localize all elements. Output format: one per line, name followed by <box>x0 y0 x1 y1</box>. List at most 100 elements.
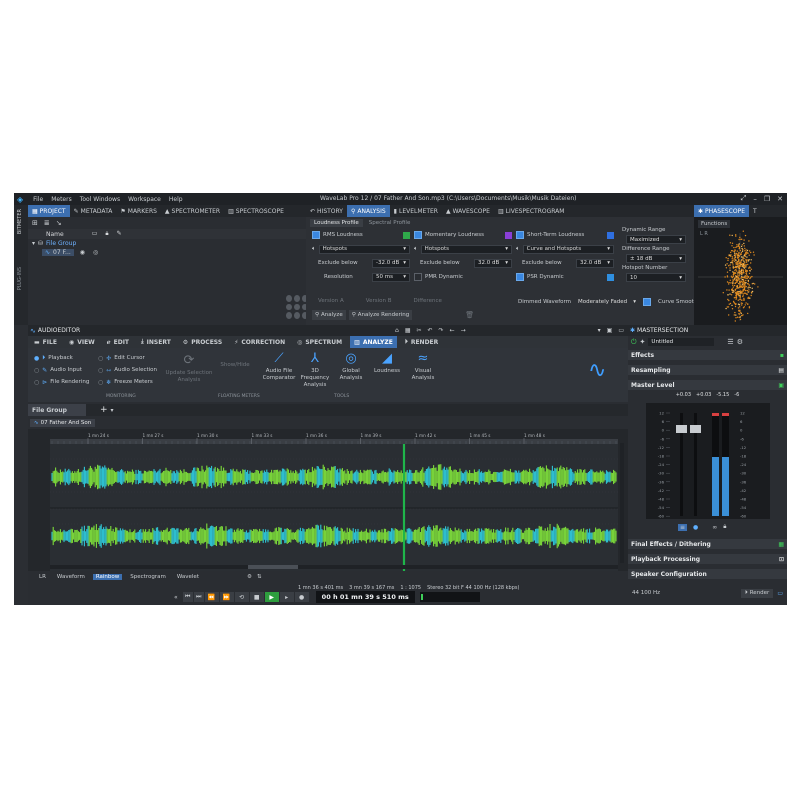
menu-workspace[interactable]: Workspace <box>128 196 161 203</box>
ribbon-tab-edit[interactable]: ℯ EDIT <box>103 336 133 348</box>
preset-name[interactable]: Untitled <box>648 338 715 346</box>
loudness-checkbox-row[interactable]: Momentary Loudness <box>414 230 512 240</box>
tab-spectrometer[interactable]: ▲ SPECTROMETER <box>161 205 224 217</box>
mode-select[interactable]: Hotspots ▾ <box>318 244 410 254</box>
tab-markers[interactable]: ⚑ MARKERS <box>116 205 161 217</box>
version-difference[interactable]: Difference <box>414 298 442 304</box>
minimize-button[interactable]: – <box>753 195 757 203</box>
subtab-spectral-profile[interactable]: Spectral Profile <box>365 219 415 227</box>
effects-toggle-icon[interactable]: ▪ <box>780 352 784 359</box>
trash-icon[interactable]: 🗑︎ <box>465 311 474 319</box>
chevron-down-icon[interactable]: ▾ <box>32 240 35 247</box>
side-label-bitmeter[interactable]: BITMETER <box>17 209 23 234</box>
wand-icon[interactable]: ✦ <box>640 338 646 346</box>
output-icon[interactable]: ▭ <box>777 590 783 597</box>
power-icon[interactable]: ⏻ <box>631 338 637 347</box>
rewind-button[interactable]: ⏪ <box>204 592 219 602</box>
monitor-option-playback[interactable]: ● ⏵ Playback <box>34 352 89 364</box>
cursor-option-audio-selection[interactable]: ○ ⇿ Audio Selection <box>98 364 157 376</box>
view-mode-rainbow[interactable]: Rainbow <box>92 574 123 580</box>
radio-icon[interactable]: ○ <box>98 355 103 362</box>
monitor-option-audio-input[interactable]: ○ ✎ Audio Input <box>34 364 89 376</box>
playback-icon[interactable]: ⊡ <box>779 556 784 563</box>
mode-select[interactable]: Curve and Hotspots ▾ <box>522 244 614 254</box>
close-icon[interactable]: ▭ <box>618 327 624 334</box>
color-swatch[interactable] <box>607 231 614 239</box>
transport-menu-icon[interactable]: « <box>174 594 178 601</box>
dynamic-row[interactable]: PSR Dynamic <box>516 271 614 283</box>
chevron-down-icon[interactable]: ▾ <box>111 407 114 414</box>
analyze-rendering-button[interactable]: ⚲ Analyze Rendering <box>348 310 413 320</box>
tab-project[interactable]: ▦ PROJECT <box>28 205 70 217</box>
eye-icon[interactable]: ◉ <box>80 249 85 256</box>
toolbar-arrow-icon[interactable]: ↘ <box>56 219 62 227</box>
loop-button[interactable]: ⟲ <box>234 592 249 602</box>
final-effects-icon[interactable]: ▦ <box>778 541 784 548</box>
vertical-scrollbar[interactable] <box>620 443 624 563</box>
tab-file-group[interactable]: File Group <box>28 404 86 416</box>
tab-spectroscope[interactable]: ▥ SPECTROSCOPE <box>224 205 288 217</box>
color-swatch[interactable] <box>505 231 512 239</box>
ribbon-tab-insert[interactable]: ⤓ INSERT <box>137 336 175 348</box>
lock-icon[interactable]: 🔒︎ <box>723 523 726 531</box>
tab-wavescope[interactable]: ▲ WAVESCOPE <box>442 205 494 217</box>
circle-icon[interactable]: ◎ <box>93 249 98 256</box>
tree-item-file-group[interactable]: ▾ ⛁ File Group <box>28 239 306 248</box>
dimmed-waveform-select[interactable]: Moderately Faded ▾ <box>575 297 639 306</box>
undo-icon[interactable]: ↶ <box>428 327 433 334</box>
menu-file[interactable]: File <box>33 196 43 203</box>
difference-range-select[interactable]: ± 18 dB ▾ <box>626 254 686 263</box>
effects-section[interactable]: Effects ▪ <box>628 350 787 360</box>
waveform-view[interactable]: 1 mn 24 s 1 mn 27 s 1 mn 30 s 1 mn 33 s 1 mn… <box>28 429 628 571</box>
dynamic-range-select[interactable]: Maximized ▾ <box>626 235 686 244</box>
settings-gear-icon[interactable]: ⚙ <box>737 338 743 346</box>
dynamic-row[interactable]: PMR Dynamic <box>414 271 512 283</box>
tool-loudness[interactable]: ◢ Loudness <box>370 350 404 389</box>
view-mode-lr[interactable]: LR <box>36 574 49 580</box>
dynamic-checkbox[interactable] <box>414 273 422 281</box>
settings-gear-icon[interactable]: ⚙ <box>247 574 252 580</box>
grid-icon[interactable]: ▦ <box>405 327 411 334</box>
loudness-checkbox[interactable] <box>414 231 422 239</box>
forward-arrow-icon[interactable]: → <box>461 327 466 334</box>
play-button[interactable]: ▶ <box>264 592 279 602</box>
tab-livespectrogram[interactable]: ▥ LIVESPECTROGRAM <box>494 205 569 217</box>
master-level-meter[interactable]: 12 126 60 0-6 -6-12 -12-18 -18-24 -24-30 -30-36-… <box>628 401 787 521</box>
show-hide-button[interactable]: Show/Hide <box>220 362 250 369</box>
render-button[interactable]: ⏵ Render <box>740 588 774 598</box>
menu-tool-windows[interactable]: Tool Windows <box>80 196 120 203</box>
color-swatch[interactable] <box>607 273 614 281</box>
tab-phasescope[interactable]: ✱ PHASESCOPE <box>694 205 749 217</box>
tab-metadata[interactable]: ✎ METADATA <box>70 205 117 217</box>
preset-menu-icon[interactable]: ☰ <box>727 338 733 346</box>
tab-analysis[interactable]: ⚲ ANALYSIS <box>346 205 390 217</box>
tool-audio-file-comparator[interactable]: ⟋ Audio File Comparator <box>262 350 296 389</box>
cut-icon[interactable]: ✂ <box>416 327 421 334</box>
horizontal-scrollbar[interactable] <box>50 565 618 569</box>
tool-visual-analysis[interactable]: ≈ Visual Analysis <box>406 350 440 389</box>
view-mode-wavelet[interactable]: Wavelet <box>174 574 202 580</box>
drop-icon[interactable]: ● <box>693 524 698 531</box>
ribbon-tab-process[interactable]: ⚙ PROCESS <box>179 336 226 348</box>
resolution-select[interactable]: 50 ms ▾ <box>372 272 410 282</box>
fader-handle[interactable] <box>676 425 687 433</box>
time-display[interactable]: 00 h 01 mn 39 s 510 ms <box>315 591 415 603</box>
ribbon-tab-analyze[interactable]: ▥ ANALYZE <box>350 336 397 348</box>
side-label-plugins[interactable]: PLUG-INS <box>17 267 23 290</box>
speaker-icon[interactable]: 🔈︎ <box>312 245 316 253</box>
close-button[interactable]: ✕ <box>777 195 783 203</box>
exclude-field[interactable]: 32.0 dB ▾ <box>474 258 512 268</box>
playback-processing-section[interactable]: Playback Processing ⊡ <box>628 554 787 564</box>
exclude-field[interactable]: 32.0 dB ▾ <box>576 258 614 268</box>
tree-item-file[interactable]: ∿ 07 F... ◉ ◎ <box>28 248 306 257</box>
radio-icon[interactable]: ○ <box>34 367 39 374</box>
chevron-down-icon[interactable]: ▾ <box>598 327 601 334</box>
cursor-option-edit-cursor[interactable]: ○ ✢ Edit Cursor <box>98 352 157 364</box>
go-to-end-button[interactable]: ⏭ <box>193 592 204 602</box>
speaker-icon[interactable]: 🔈︎ <box>516 245 520 253</box>
radio-icon[interactable]: ○ <box>98 379 103 386</box>
hotspot-number-stepper[interactable]: 10 ▾ <box>626 273 686 282</box>
loudness-checkbox[interactable] <box>516 231 524 239</box>
menu-help[interactable]: Help <box>169 196 183 203</box>
analyze-button[interactable]: ⚲ Analyze <box>312 310 346 320</box>
